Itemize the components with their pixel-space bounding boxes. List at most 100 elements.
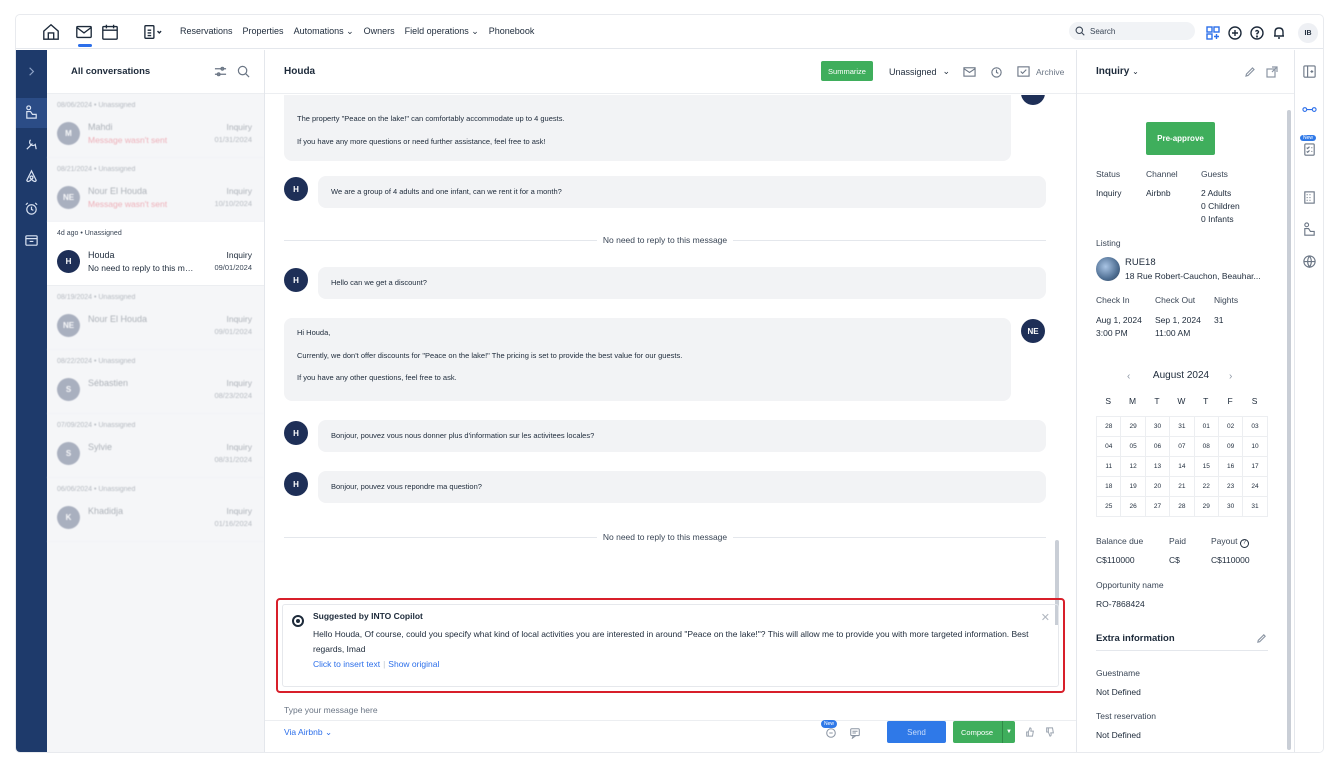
checklist-icon[interactable]	[1302, 142, 1317, 159]
search-icon[interactable]	[237, 65, 250, 78]
calendar-day[interactable]: 06	[1144, 436, 1171, 457]
calendar-icon[interactable]	[99, 21, 121, 43]
info-icon[interactable]: ?	[1239, 539, 1249, 548]
calendar-next-icon[interactable]: ›	[1229, 371, 1232, 382]
help-icon[interactable]	[1250, 26, 1264, 40]
summarize-button[interactable]: Summarize	[821, 61, 873, 81]
mark-unread-icon[interactable]	[963, 65, 976, 78]
calendar-day[interactable]: 15	[1193, 456, 1219, 477]
tools-icon[interactable]	[24, 137, 40, 153]
nav-automations[interactable]: Automations ⌄	[294, 26, 354, 37]
calendar-day[interactable]: 14	[1169, 456, 1195, 477]
thumbs-down-icon[interactable]	[1045, 727, 1055, 737]
calendar-day[interactable]: 01	[1193, 416, 1219, 437]
calendar-day[interactable]: 29	[1193, 496, 1219, 517]
snooze-clock-icon[interactable]	[990, 65, 1003, 78]
calendar-day[interactable]: 28	[1096, 416, 1122, 437]
conversation-item[interactable]: 08/22/2024 • Unassigned S Sébastien Inqu…	[47, 350, 264, 414]
calendar-day[interactable]: 30	[1217, 496, 1244, 517]
clipboard-menu-icon[interactable]	[139, 21, 167, 43]
listing-name[interactable]: RUE18	[1125, 256, 1156, 270]
timeline-icon[interactable]	[1302, 102, 1317, 119]
calendar-day[interactable]: 13	[1144, 456, 1171, 477]
open-external-icon[interactable]	[1266, 66, 1278, 80]
conversation-item[interactable]: 08/21/2024 • Unassigned NE Nour El Houda…	[47, 158, 264, 222]
calendar-day[interactable]: 28	[1169, 496, 1195, 517]
conversation-item-active[interactable]: 4d ago • Unassigned H Houda No need to r…	[47, 222, 264, 286]
edit-pencil-icon[interactable]	[1244, 66, 1256, 80]
calendar-day[interactable]: 11	[1096, 456, 1122, 477]
calendar-day[interactable]: 04	[1096, 436, 1122, 457]
calendar-day[interactable]: 08	[1193, 436, 1219, 457]
calendar-day[interactable]: 18	[1096, 476, 1122, 497]
calendar-day[interactable]: 07	[1169, 436, 1195, 457]
chevron-down-icon[interactable]: ▼	[1002, 721, 1015, 743]
calendar-day[interactable]: 23	[1217, 476, 1244, 497]
show-original-link[interactable]: Show original	[388, 659, 439, 669]
nav-phonebook[interactable]: Phonebook	[489, 26, 535, 37]
calendar-day[interactable]: 31	[1242, 496, 1268, 517]
calendar-day[interactable]: 20	[1144, 476, 1171, 497]
calendar-day[interactable]: 12	[1120, 456, 1146, 477]
calendar-day[interactable]: 17	[1242, 456, 1268, 477]
alarm-clock-icon[interactable]	[24, 201, 40, 217]
guest-icon[interactable]	[1302, 222, 1317, 239]
archive-box-icon[interactable]	[24, 233, 40, 249]
calendar-day[interactable]: 02	[1217, 416, 1244, 437]
calendar-day[interactable]: 25	[1096, 496, 1122, 517]
conversation-item[interactable]: 06/06/2024 • Unassigned K Khadidja Inqui…	[47, 478, 264, 542]
conversation-item[interactable]: 08/06/2024 • Unassigned M Mahdi Message …	[47, 94, 264, 158]
close-icon[interactable]: ✕	[1041, 611, 1050, 624]
bell-icon[interactable]	[1272, 26, 1286, 40]
filter-sliders-icon[interactable]	[214, 65, 227, 78]
calendar-day[interactable]: 21	[1169, 476, 1195, 497]
conversation-item[interactable]: 08/19/2024 • Unassigned NE Nour El Houda…	[47, 286, 264, 350]
assignee-dropdown[interactable]: Unassigned ⌄	[889, 66, 950, 77]
send-button[interactable]: Send	[887, 721, 946, 743]
edit-pencil-icon[interactable]	[1256, 633, 1267, 646]
nav-owners[interactable]: Owners	[364, 26, 395, 37]
inbox-mail-icon[interactable]	[73, 21, 95, 43]
calendar-day[interactable]: 24	[1242, 476, 1268, 497]
apps-grid-icon[interactable]	[1206, 26, 1220, 40]
calendar-day[interactable]: 29	[1120, 416, 1146, 437]
details-scrollbar[interactable]	[1287, 110, 1291, 750]
templates-icon[interactable]	[849, 727, 861, 739]
calendar-day[interactable]: 26	[1120, 496, 1146, 517]
calendar-day[interactable]: 22	[1193, 476, 1219, 497]
details-status-dropdown[interactable]: Inquiry ⌄	[1096, 66, 1139, 77]
guest-host-icon[interactable]	[24, 105, 40, 121]
add-circle-icon[interactable]	[1228, 26, 1242, 40]
thumbs-up-icon[interactable]	[1025, 727, 1035, 737]
calendar-day[interactable]: 10	[1242, 436, 1268, 457]
globe-icon[interactable]	[1302, 254, 1317, 271]
message-input[interactable]: Type your message here	[284, 705, 378, 715]
calendar-day[interactable]: 27	[1144, 496, 1171, 517]
user-avatar[interactable]: IB	[1298, 23, 1318, 43]
archive-button[interactable]: Archive	[1036, 67, 1064, 77]
compose-button[interactable]: Compose ▼	[953, 721, 1015, 743]
top-navigation: Reservations Properties Automations ⌄ Ow…	[16, 15, 1323, 49]
expand-chevron-icon[interactable]	[24, 64, 40, 80]
calendar-day[interactable]: 05	[1120, 436, 1146, 457]
calendar-day[interactable]: 31	[1169, 416, 1195, 437]
insert-text-link[interactable]: Click to insert text	[313, 659, 380, 669]
archive-icon[interactable]	[1017, 65, 1030, 78]
nav-field-operations[interactable]: Field operations ⌄	[405, 26, 479, 37]
conversation-item[interactable]: 07/09/2024 • Unassigned S Sylvie Inquiry…	[47, 414, 264, 478]
pre-approve-button[interactable]: Pre-approve	[1146, 122, 1215, 155]
airbnb-icon[interactable]	[24, 169, 40, 185]
calendar-day[interactable]: 30	[1144, 416, 1171, 437]
home-logo-icon[interactable]	[40, 21, 62, 43]
calendar-day[interactable]: 09	[1217, 436, 1244, 457]
ai-assist-icon[interactable]	[825, 727, 837, 739]
search-input[interactable]: Search	[1069, 22, 1195, 40]
calendar-day[interactable]: 03	[1242, 416, 1268, 437]
channel-selector[interactable]: Via Airbnb ⌄	[284, 727, 332, 738]
nav-reservations[interactable]: Reservations	[180, 26, 233, 37]
nav-properties[interactable]: Properties	[243, 26, 284, 37]
building-icon[interactable]	[1302, 190, 1317, 207]
calendar-day[interactable]: 19	[1120, 476, 1146, 497]
calendar-day[interactable]: 16	[1217, 456, 1244, 477]
collapse-panel-icon[interactable]	[1302, 64, 1317, 81]
